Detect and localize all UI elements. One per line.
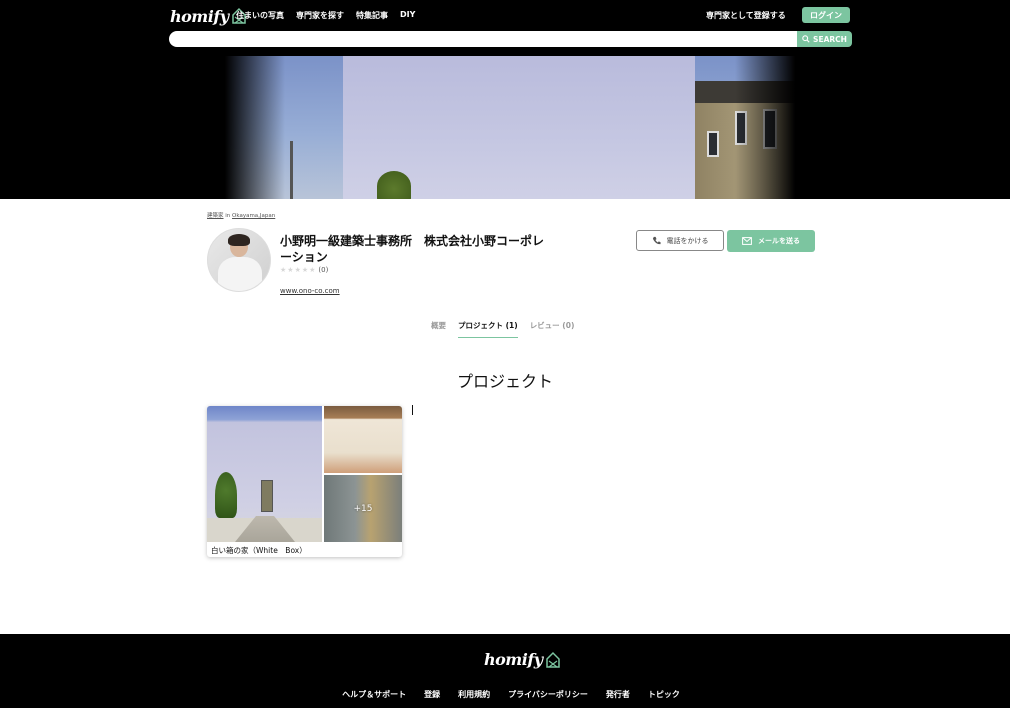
main-nav: 住まいの写真 専門家を探す 特集記事 DIY [236, 10, 415, 21]
star-icon: ★ [287, 266, 294, 274]
register-as-pro-link[interactable]: 専門家として登録する [706, 10, 786, 21]
footer-link-publisher[interactable]: 発行者 [606, 689, 630, 700]
phone-icon [652, 236, 661, 245]
rating: ★ ★ ★ ★ ★ (0) [280, 266, 328, 274]
search-icon [802, 35, 810, 43]
star-icon: ★ [294, 266, 301, 274]
star-icon: ★ [301, 266, 309, 274]
footer-link-help[interactable]: ヘルプ＆サポート [342, 689, 406, 700]
mail-button-label: メールを送る [758, 237, 800, 245]
footer-logo-text: homify [484, 650, 543, 669]
search-button-label: SEARCH [813, 34, 847, 44]
footer-link-register[interactable]: 登録 [424, 689, 440, 700]
logo-text: homify [170, 6, 229, 26]
tab-reviews[interactable]: レビュー (0) [530, 320, 575, 338]
profile-name: 小野明一級建築士事務所 株式会社小野コーポレーション [280, 234, 545, 264]
profile-tabs: 概要 プロジェクト (1) レビュー (0) [431, 320, 574, 338]
search-button[interactable]: SEARCH [797, 31, 852, 47]
star-icon: ★ [280, 266, 287, 274]
house-logo-icon [545, 651, 560, 668]
project-thumb-interior[interactable] [324, 406, 402, 473]
text-cursor [412, 405, 413, 415]
breadcrumb-location[interactable]: Okayama,Japan [232, 213, 275, 219]
mail-icon [742, 237, 752, 245]
star-icon: ★ [309, 266, 316, 274]
rating-count: (0) [318, 266, 329, 274]
search-input[interactable] [169, 31, 799, 47]
project-card[interactable]: +15 白い箱の家（White Box） [207, 406, 402, 557]
utility-pole [290, 141, 293, 199]
project-main-photo[interactable] [207, 406, 322, 542]
nav-diy[interactable]: DIY [400, 10, 415, 21]
footer-link-privacy[interactable]: プライバシーポリシー [508, 689, 588, 700]
footer-link-topics[interactable]: トピック [648, 689, 680, 700]
breadcrumb-category[interactable]: 建築家 [207, 213, 224, 219]
section-title: プロジェクト [456, 372, 553, 391]
call-button[interactable]: 電話をかける [636, 230, 724, 251]
tree [377, 171, 411, 199]
mail-button[interactable]: メールを送る [727, 230, 815, 252]
nav-photos[interactable]: 住まいの写真 [236, 10, 284, 21]
footer-links: ヘルプ＆サポート 登録 利用規約 プライバシーポリシー 発行者 トピック [0, 689, 1010, 700]
top-header: homify 住まいの写真 専門家を探す 特集記事 DIY 専門家として登録する… [0, 0, 1010, 56]
website-link[interactable]: www.ono-co.com [280, 287, 340, 295]
tab-projects[interactable]: プロジェクト (1) [458, 320, 518, 338]
breadcrumb: 建築家 in Okayama,Japan [207, 211, 275, 219]
tab-overview[interactable]: 概要 [431, 320, 446, 338]
call-button-label: 電話をかける [666, 236, 709, 245]
cover-photo [225, 56, 795, 199]
breadcrumb-in: in [223, 213, 233, 219]
footer-link-terms[interactable]: 利用規約 [458, 689, 490, 700]
project-title[interactable]: 白い箱の家（White Box） [211, 545, 307, 556]
footer-logo[interactable]: homify [484, 650, 561, 669]
login-button[interactable]: ログイン [802, 7, 850, 23]
nav-magazine[interactable]: 特集記事 [356, 10, 388, 21]
nav-find-pros[interactable]: 専門家を探す [296, 10, 344, 21]
more-photos-count[interactable]: +15 [324, 475, 402, 542]
cover-image [0, 56, 1010, 199]
avatar [207, 228, 271, 292]
footer: homify ヘルプ＆サポート 登録 利用規約 プライバシーポリシー 発行者 ト… [0, 634, 1010, 708]
